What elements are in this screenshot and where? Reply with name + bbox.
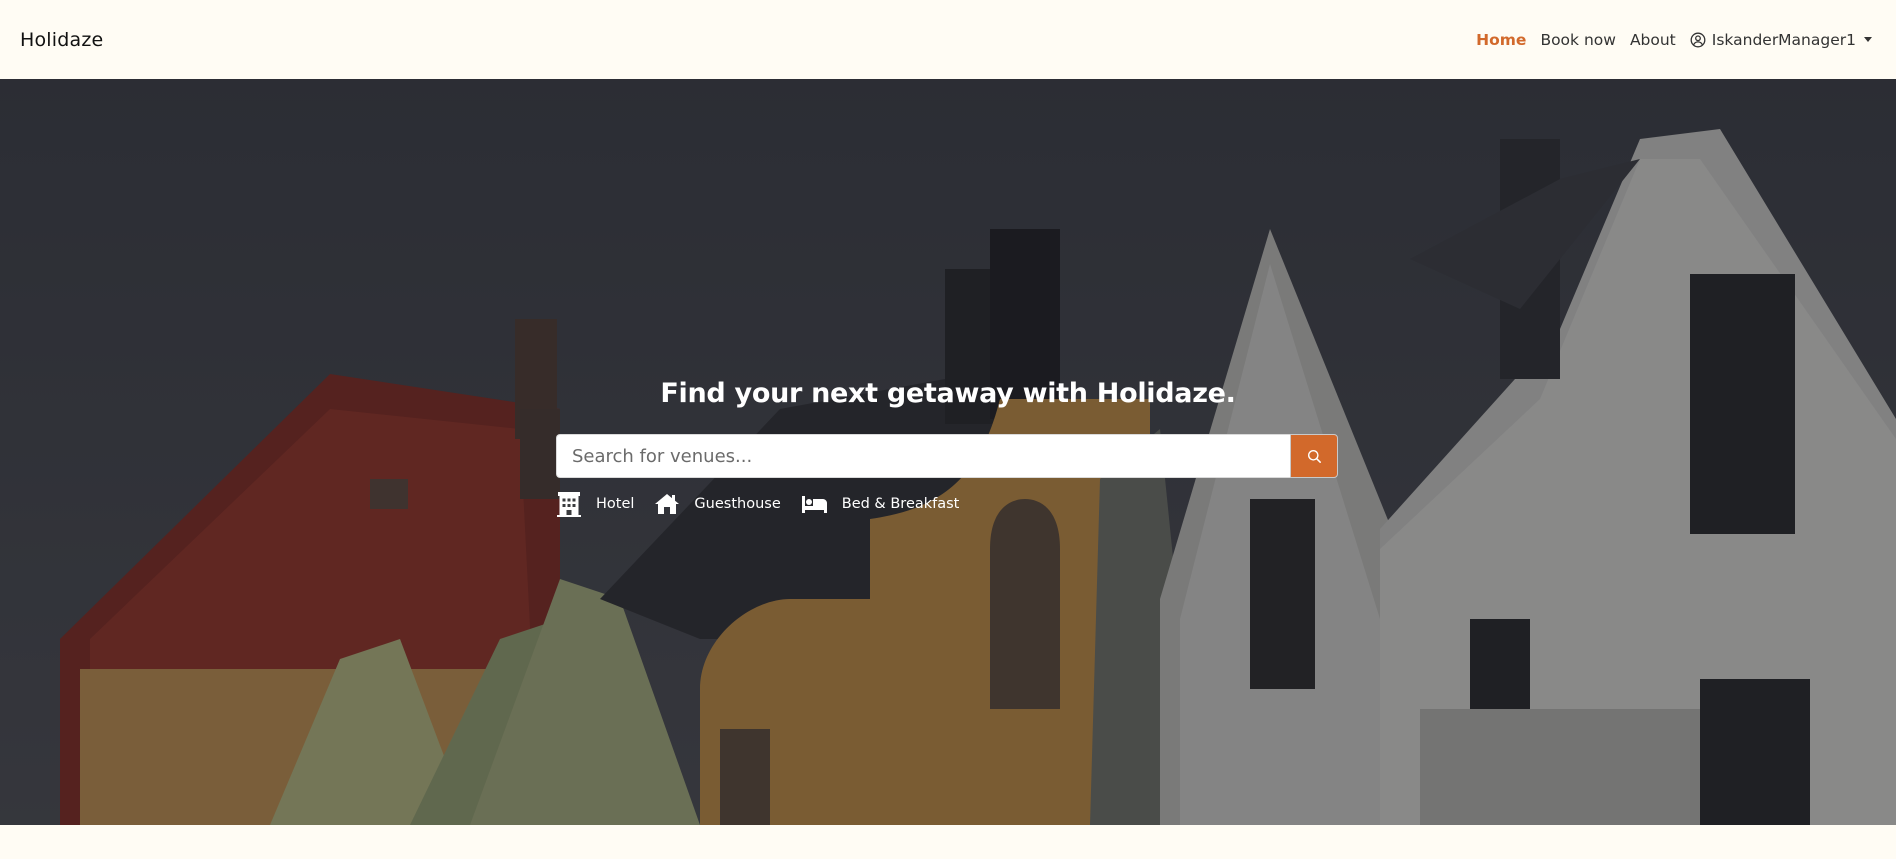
brand-logo[interactable]: Holidaze [20, 29, 103, 51]
category-guesthouse[interactable]: Guesthouse [654, 493, 781, 515]
category-hotel[interactable]: Hotel [556, 491, 634, 517]
hero-section: Find your next getaway with Holidaze. Se… [0, 79, 1896, 825]
building-icon [557, 492, 581, 517]
category-bed-breakfast[interactable]: Bed & Breakfast [801, 494, 960, 514]
top-navbar: Holidaze Home Book now About IskanderMan… [0, 0, 1896, 79]
nav-about-link[interactable]: About [1630, 31, 1676, 49]
search-bar [556, 434, 1338, 478]
house-icon [655, 494, 680, 514]
bed-icon [801, 496, 827, 513]
chevron-down-icon [1864, 37, 1872, 42]
category-links: Hotel Guesthouse Bed & Breakfast [556, 491, 959, 517]
search-icon [1307, 449, 1321, 463]
nav-book-now-link[interactable]: Book now [1540, 31, 1616, 49]
hero-title: Find your next getaway with Holidaze. [660, 378, 1236, 409]
search-button[interactable] [1290, 434, 1338, 478]
search-input[interactable] [556, 434, 1290, 478]
user-name: IskanderManager1 [1711, 30, 1856, 49]
nav-links: Home Book now About IskanderManager1 [1476, 31, 1876, 49]
user-circle-icon [1690, 32, 1706, 47]
category-hotel-label: Hotel [596, 496, 635, 512]
user-menu-dropdown[interactable]: IskanderManager1 [1690, 31, 1872, 49]
category-bed-breakfast-label: Bed & Breakfast [841, 496, 960, 512]
category-guesthouse-label: Guesthouse [694, 496, 781, 512]
nav-home-link[interactable]: Home [1476, 31, 1526, 49]
